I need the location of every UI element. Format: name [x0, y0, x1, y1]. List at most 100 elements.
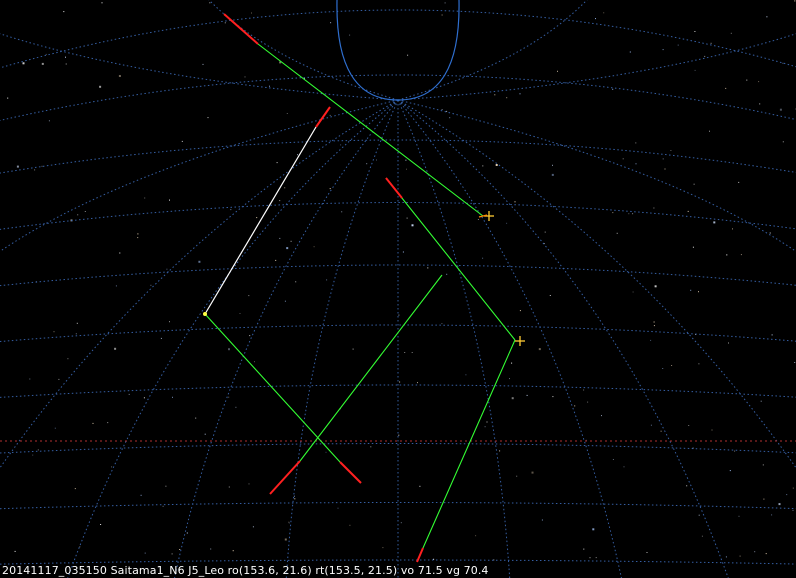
star — [286, 113, 288, 114]
star — [252, 526, 254, 528]
star — [341, 211, 343, 213]
star — [37, 449, 39, 451]
star — [115, 285, 117, 287]
star — [519, 310, 521, 312]
star — [65, 63, 67, 65]
star — [398, 314, 400, 316]
star — [137, 237, 139, 239]
star — [552, 164, 553, 166]
star — [653, 207, 655, 209]
star — [107, 422, 109, 424]
star — [612, 459, 614, 460]
star — [411, 352, 413, 353]
star — [349, 524, 351, 526]
star — [765, 553, 767, 555]
star — [738, 181, 740, 183]
star — [758, 81, 760, 83]
star — [544, 231, 546, 233]
star — [446, 273, 448, 275]
star — [603, 12, 605, 14]
star — [171, 553, 173, 555]
star — [41, 165, 43, 167]
star — [739, 555, 741, 557]
star — [740, 254, 742, 256]
star — [376, 159, 377, 161]
star — [337, 507, 339, 509]
star — [172, 396, 173, 398]
star — [162, 505, 164, 507]
star — [143, 397, 145, 399]
star — [738, 515, 740, 517]
star — [204, 433, 206, 435]
star — [730, 32, 732, 34]
star — [728, 342, 729, 344]
star — [140, 494, 142, 496]
star — [794, 362, 796, 363]
star — [612, 88, 614, 90]
star — [198, 260, 201, 263]
star — [210, 548, 212, 550]
star — [441, 323, 443, 325]
star — [405, 159, 407, 161]
star — [330, 22, 332, 24]
star — [635, 142, 637, 144]
star — [552, 396, 554, 398]
star — [583, 389, 585, 391]
star — [704, 55, 706, 57]
star — [650, 339, 652, 341]
star — [794, 0, 796, 2]
star — [734, 450, 736, 452]
star — [690, 289, 692, 291]
star — [729, 470, 731, 472]
star — [782, 141, 784, 143]
star — [169, 199, 170, 201]
star — [506, 222, 508, 224]
star — [228, 396, 230, 398]
star — [419, 485, 421, 487]
star — [48, 120, 50, 122]
star — [79, 546, 81, 548]
star — [14, 550, 16, 552]
star — [329, 188, 331, 190]
star — [792, 487, 794, 489]
star — [398, 434, 400, 436]
star — [732, 228, 733, 230]
star — [254, 361, 255, 363]
star — [486, 421, 488, 423]
star — [686, 485, 688, 487]
star — [465, 374, 467, 376]
star — [660, 430, 662, 432]
star — [406, 217, 408, 219]
star — [653, 321, 655, 323]
star — [284, 187, 286, 189]
star — [632, 291, 634, 293]
star — [495, 164, 498, 166]
star — [759, 103, 761, 105]
star — [514, 201, 516, 203]
star — [541, 519, 543, 521]
star — [195, 417, 197, 419]
star — [202, 63, 204, 65]
star — [77, 214, 79, 216]
star — [279, 200, 281, 202]
star — [771, 334, 773, 336]
star — [693, 183, 695, 185]
star — [616, 232, 618, 234]
star — [664, 168, 666, 170]
star — [746, 79, 748, 81]
star — [144, 197, 146, 199]
star — [499, 450, 501, 452]
star — [632, 213, 634, 215]
star — [58, 378, 60, 380]
star — [646, 552, 648, 553]
star — [726, 254, 728, 256]
star — [711, 429, 713, 431]
star — [769, 232, 771, 234]
star — [654, 285, 657, 288]
star — [114, 347, 117, 350]
star — [166, 268, 168, 270]
star — [670, 150, 672, 151]
star — [671, 365, 673, 366]
star — [677, 44, 679, 46]
star — [511, 397, 514, 400]
